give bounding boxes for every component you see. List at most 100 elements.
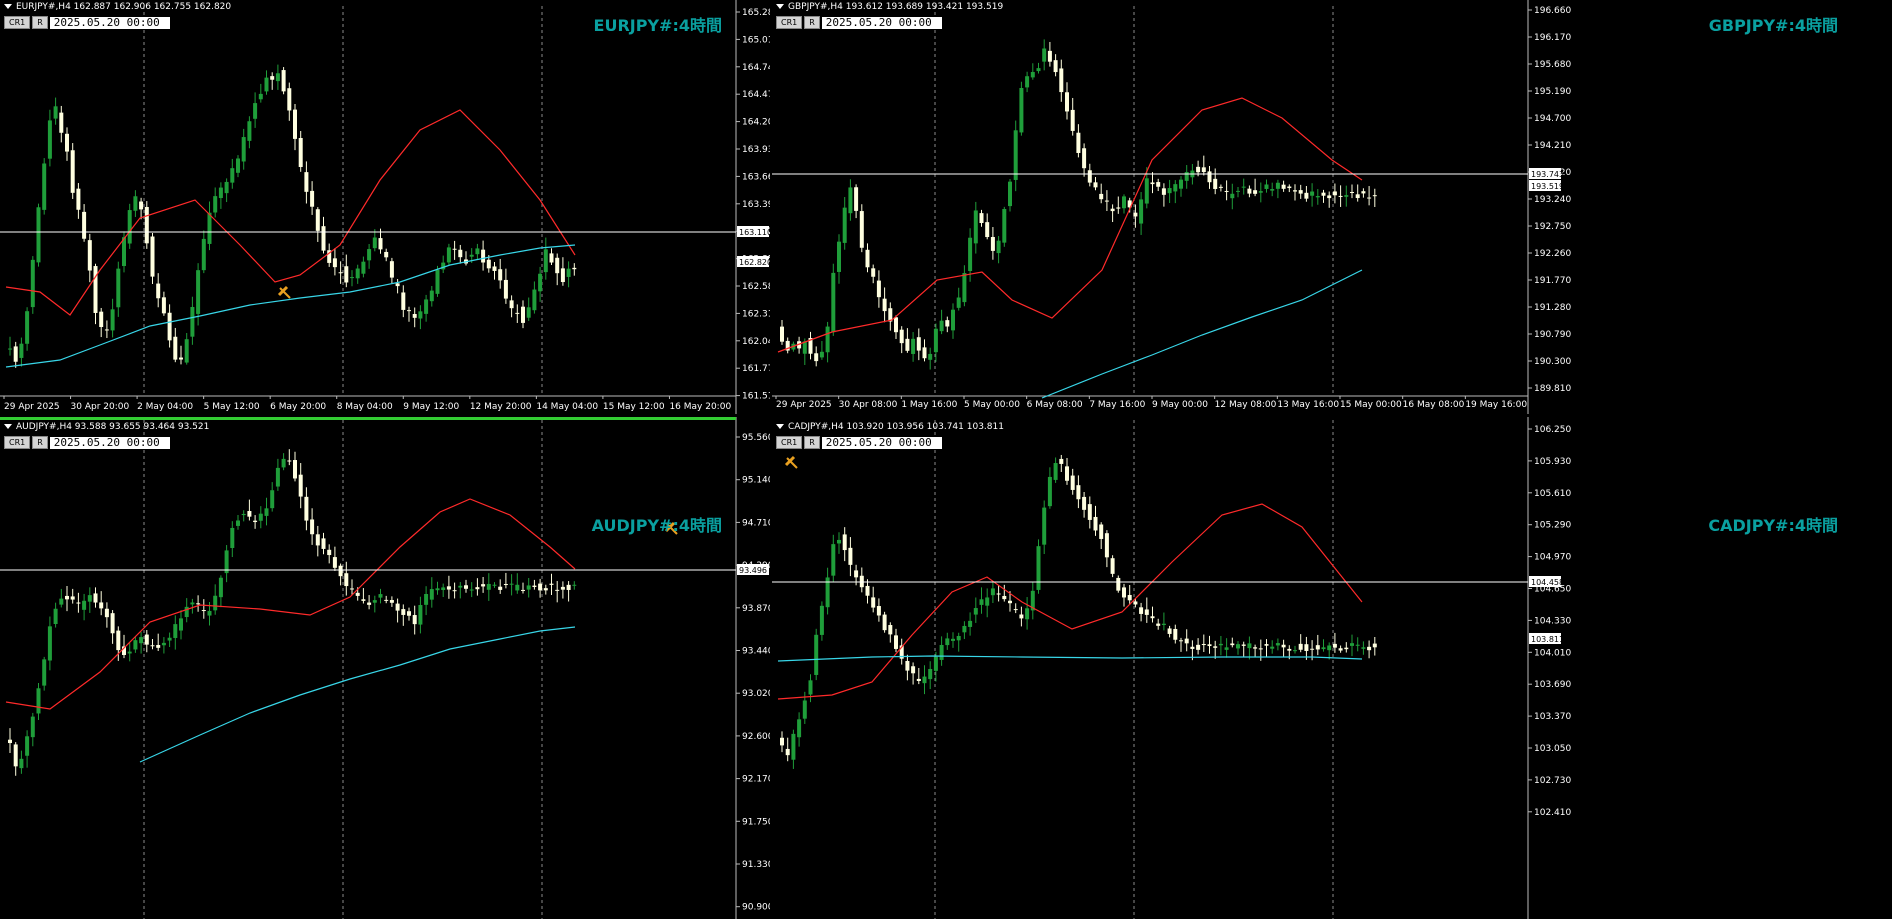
candle-body	[475, 587, 480, 590]
candle-body	[1224, 647, 1229, 650]
gbpjpy-chart-canvas[interactable]: 196.660196.170195.680195.190194.700194.2…	[772, 0, 1892, 414]
candle	[985, 588, 990, 618]
r-button[interactable]: R	[32, 16, 48, 29]
collapse-triangle-icon[interactable]	[776, 4, 784, 9]
r-button[interactable]: R	[32, 436, 48, 449]
candle	[104, 602, 109, 628]
candle	[1218, 635, 1223, 656]
audjpy-header: AUDJPY#,H4 93.588 93.655 93.464 93.521	[0, 420, 770, 434]
price-tick-label: 163.665	[742, 172, 770, 182]
candle	[1087, 496, 1092, 529]
moving-average-fast	[777, 503, 1363, 700]
time-tick-label: 15 May 00:00	[1340, 400, 1402, 410]
candle-body	[475, 248, 480, 255]
candle	[270, 482, 275, 512]
r-button[interactable]: R	[804, 436, 820, 449]
candle	[1008, 179, 1012, 212]
candle	[429, 577, 434, 608]
candle-body	[42, 659, 47, 686]
candle	[509, 574, 514, 596]
candle	[361, 588, 366, 604]
candle-body	[1082, 148, 1087, 169]
candle	[1076, 475, 1081, 509]
candle	[894, 628, 898, 653]
candle-body	[1310, 191, 1315, 196]
candle	[911, 332, 916, 362]
cr1-button[interactable]: CR1	[776, 16, 803, 29]
candle-body	[190, 306, 195, 337]
eurjpy-symbol-label: EURJPY#:4時間	[593, 16, 722, 35]
date-input[interactable]: 2025.05.20 00:00	[49, 436, 170, 449]
chart-panel-cadjpy[interactable]: 106.250 105.930 105.610 105.290 104.970 104.6…	[772, 417, 1892, 919]
candle-body	[526, 307, 531, 318]
candle-body	[236, 520, 240, 526]
cadjpy-chart-canvas[interactable]: 106.250105.930105.610105.290104.970104.6…	[772, 417, 1892, 919]
candle-body	[905, 660, 910, 671]
candle-body	[469, 254, 474, 257]
candle-body	[492, 266, 497, 271]
candle	[1253, 178, 1258, 197]
candle-body	[1042, 48, 1047, 62]
candle	[928, 347, 933, 370]
candle-body	[144, 206, 149, 244]
candle	[1161, 183, 1166, 207]
candle-body	[1116, 577, 1121, 591]
candle	[1065, 82, 1069, 120]
candle-body	[1287, 648, 1292, 651]
r-button[interactable]: R	[804, 16, 820, 29]
candle	[968, 612, 973, 636]
date-input[interactable]: 2025.05.20 00:00	[821, 16, 942, 29]
candle-body	[859, 575, 864, 588]
candle-body	[389, 600, 394, 603]
price-tick-label: 93.870	[742, 604, 770, 614]
candle-body	[150, 645, 155, 647]
candle	[418, 596, 423, 634]
date-input[interactable]: 2025.05.20 00:00	[49, 16, 170, 29]
chart-panel-gbpjpy[interactable]: 196.660 196.170 195.680 195.190 194.700 194.2…	[772, 0, 1892, 414]
candle-body	[1161, 623, 1166, 625]
collapse-triangle-icon[interactable]	[4, 424, 12, 429]
candle-body	[30, 716, 35, 738]
candle	[344, 561, 349, 596]
candle	[53, 602, 58, 628]
candle	[1315, 634, 1320, 656]
price-tick-label: 194.700	[1534, 114, 1571, 124]
cadjpy-symbol-label: CADJPY#:4時間	[1708, 516, 1838, 535]
eurjpy-chart-canvas[interactable]: 165.280165.010164.740164.470164.200163.9…	[0, 0, 770, 414]
cr1-button[interactable]: CR1	[4, 16, 31, 29]
candle	[990, 227, 995, 260]
candle-body	[848, 547, 853, 565]
candle-body	[831, 544, 836, 576]
collapse-triangle-icon[interactable]	[776, 424, 784, 429]
time-tick-label: 14 May 04:00	[536, 402, 598, 412]
price-tick-label: 191.770	[1534, 276, 1571, 286]
time-tick-label: 1 May 16:00	[901, 400, 957, 410]
candle-body	[916, 337, 921, 351]
candle-body	[985, 597, 990, 606]
candle-body	[144, 634, 149, 645]
price-tick-label: 195.680	[1534, 60, 1571, 70]
candle-body	[1127, 595, 1132, 601]
candle	[338, 563, 343, 586]
candle-body	[378, 594, 383, 598]
candle-body	[1338, 195, 1343, 197]
chart-panel-eurjpy[interactable]: 165.280165.010164.740164.470164.200163.9…	[0, 0, 770, 414]
candle-body	[59, 112, 64, 133]
candle-body	[179, 618, 183, 631]
cr1-button[interactable]: CR1	[4, 436, 31, 449]
collapse-triangle-icon[interactable]	[4, 4, 12, 9]
candle	[882, 287, 887, 323]
date-input[interactable]: 2025.05.20 00:00	[821, 436, 942, 449]
candle-body	[1008, 600, 1012, 604]
candle-body	[1150, 616, 1155, 619]
candle-body	[968, 620, 973, 627]
hammer-icon	[277, 285, 291, 299]
candle	[19, 337, 24, 367]
audjpy-chart-canvas[interactable]: 95.56095.14094.71094.29093.87093.44093.0…	[0, 417, 770, 919]
hline-price-label: 163.110	[739, 228, 770, 237]
candle	[951, 303, 955, 339]
cr1-button[interactable]: CR1	[776, 436, 803, 449]
chart-panel-audjpy[interactable]: 95.56095.14094.71094.29093.87093.44093.0…	[0, 417, 770, 919]
candle-body	[253, 520, 258, 523]
candle	[831, 263, 836, 336]
